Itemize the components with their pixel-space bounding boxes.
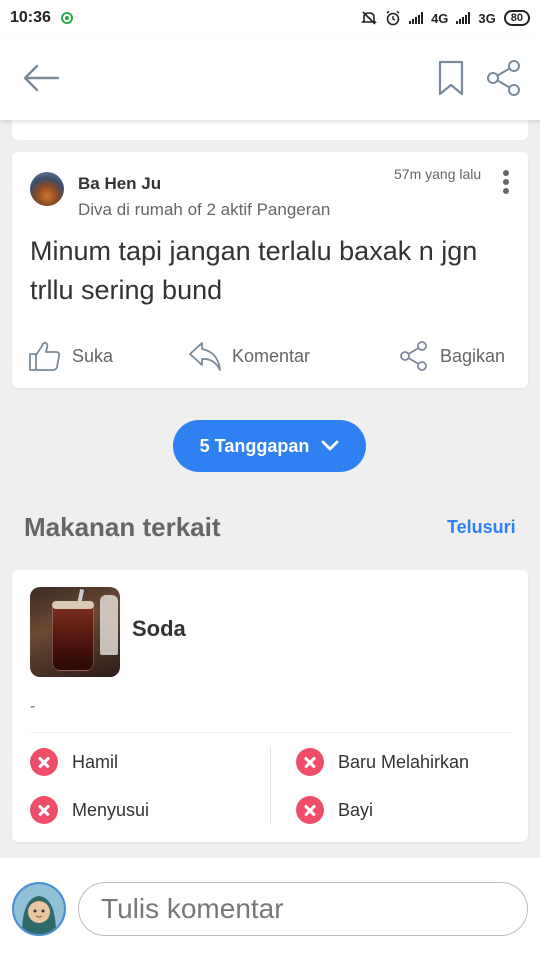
browse-link[interactable]: Telusuri	[447, 517, 516, 538]
more-options-button[interactable]	[498, 168, 514, 196]
comment-timestamp: 57m yang lalu	[394, 166, 482, 182]
food-card[interactable]: Soda - Hamil Baru Melahirkan Menyusui Ba…	[12, 570, 528, 842]
arrow-left-icon	[23, 64, 60, 92]
food-name: Soda	[132, 616, 186, 641]
share-icon	[487, 60, 520, 96]
status-baby: Bayi	[296, 796, 373, 824]
related-food-title: Makanan terkait	[24, 512, 221, 542]
like-label: Suka	[72, 345, 114, 366]
notification-icon	[60, 12, 73, 24]
not-allowed-icon	[296, 796, 324, 824]
user-avatar-image	[14, 884, 64, 934]
signal-icon	[409, 12, 424, 24]
comment-input[interactable]	[78, 882, 528, 936]
status-label: Hamil	[72, 751, 119, 772]
not-allowed-icon	[30, 796, 58, 824]
reply-label: Komentar	[232, 345, 311, 366]
bottle-shape	[100, 595, 118, 655]
author-subtitle: Diva di rumah of 2 aktif Pangeran	[78, 200, 331, 219]
network-label-1: 4G	[431, 10, 449, 26]
comment-share-button[interactable]: Bagikan	[398, 338, 505, 374]
status-pregnant: Hamil	[30, 748, 118, 776]
author-name[interactable]: Ba Hen Ju	[78, 174, 161, 194]
share-button[interactable]	[484, 58, 524, 98]
status-time: 10:36	[10, 9, 51, 26]
comment-card: Ba Hen Ju Diva di rumah of 2 aktif Pange…	[12, 152, 528, 388]
alarm-icon	[386, 10, 400, 26]
reply-icon	[189, 342, 221, 371]
status-postpartum: Baru Melahirkan	[296, 748, 469, 776]
app-bar	[0, 36, 540, 120]
more-dot	[503, 170, 509, 176]
status-label: Bayi	[338, 799, 374, 820]
user-avatar	[12, 882, 66, 936]
comment-text: Minum tapi jangan terlalu baxak n jgn tr…	[30, 236, 478, 305]
food-image	[30, 587, 120, 677]
signal-icon-2	[456, 12, 471, 24]
bookmark-icon	[438, 60, 464, 96]
share-label: Bagikan	[440, 345, 506, 366]
chevron-down-icon	[321, 440, 339, 451]
status-breastfeeding: Menyusui	[30, 796, 149, 824]
back-button[interactable]	[20, 58, 64, 98]
status-label: Baru Melahirkan	[338, 751, 470, 772]
reply-button[interactable]: Komentar	[188, 338, 310, 374]
mute-icon	[361, 11, 377, 25]
battery-icon: 80	[503, 10, 530, 26]
like-button[interactable]: Suka	[28, 338, 113, 374]
thumbs-up-icon	[29, 341, 61, 371]
comment-bar	[0, 858, 540, 960]
glass-shape	[52, 605, 94, 671]
vertical-divider	[270, 746, 271, 824]
more-dot	[503, 188, 509, 194]
status-bar: 10:36 4G 3G 80	[0, 0, 540, 36]
replies-label: 5 Tanggapan	[199, 435, 310, 456]
not-allowed-icon	[30, 748, 58, 776]
status-label: Menyusui	[72, 799, 150, 820]
not-allowed-icon	[296, 748, 324, 776]
more-dot	[503, 179, 509, 185]
divider	[30, 732, 510, 733]
show-replies-button[interactable]: 5 Tanggapan	[173, 420, 366, 472]
food-description: -	[30, 698, 36, 715]
status-indicators: 4G 3G 80	[361, 10, 530, 26]
foam-shape	[52, 601, 94, 609]
author-avatar[interactable]	[30, 172, 64, 206]
bookmark-button[interactable]	[436, 58, 466, 98]
network-label-2: 3G	[478, 10, 496, 26]
share-icon	[400, 341, 427, 371]
